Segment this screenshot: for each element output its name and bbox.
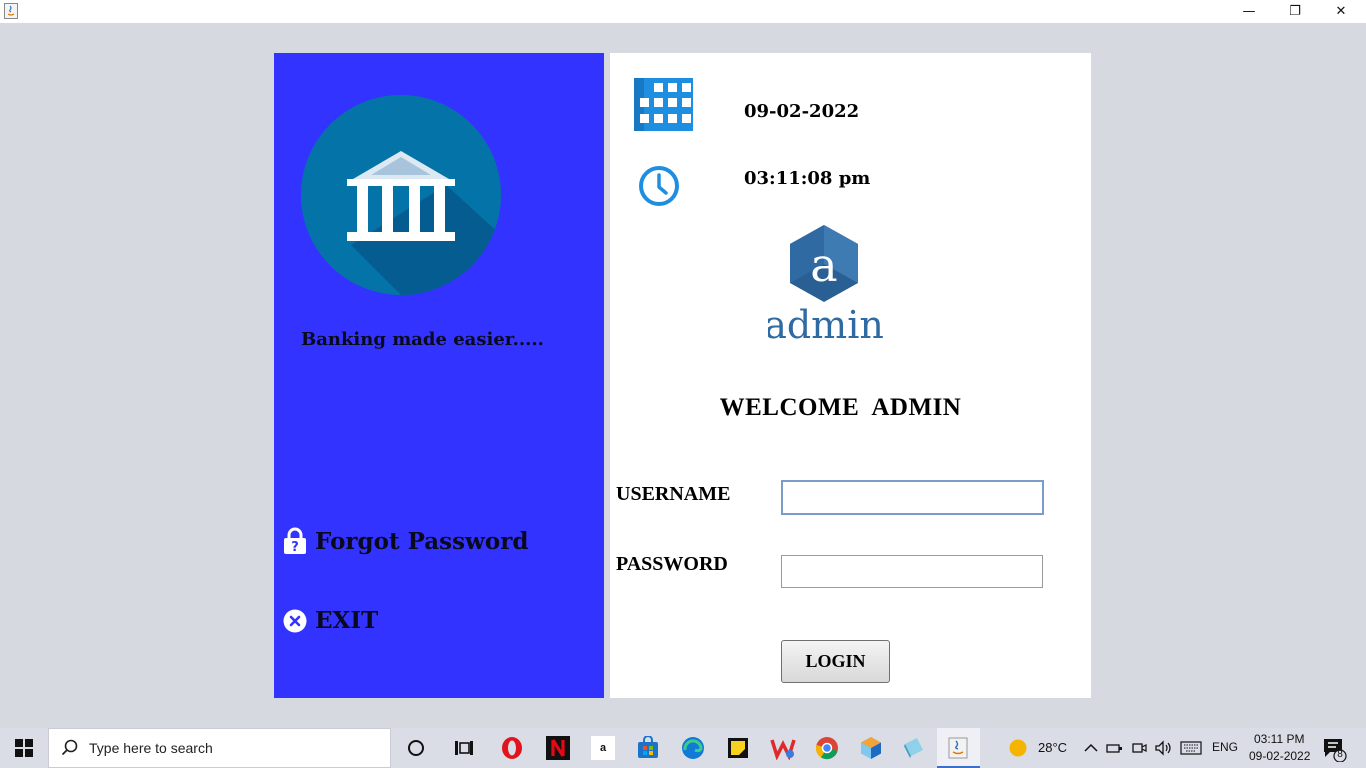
taskbar-clock-time[interactable]: 03:11 PM <box>1254 732 1304 746</box>
weather-sun-icon[interactable] <box>1008 738 1028 758</box>
admin-logo-word: admin <box>768 303 884 347</box>
netbeans-icon[interactable] <box>857 734 885 762</box>
weather-temperature[interactable]: 28°C <box>1038 740 1067 755</box>
taskbar-clock-date[interactable]: 09-02-2022 <box>1249 749 1310 763</box>
netflix-icon[interactable] <box>544 734 572 762</box>
wps-icon[interactable] <box>769 734 797 762</box>
network-icon[interactable] <box>1106 741 1124 755</box>
edge-icon[interactable] <box>679 734 707 762</box>
java-icon <box>948 737 968 759</box>
volume-icon[interactable] <box>1154 740 1172 756</box>
clock-icon <box>639 166 679 206</box>
notification-icon <box>1324 739 1347 763</box>
windows-logo-icon <box>15 739 33 757</box>
keyboard-icon[interactable] <box>1180 741 1202 755</box>
minimize-button[interactable]: — <box>1226 0 1272 22</box>
svg-text:?: ? <box>291 540 299 555</box>
forgot-password-label: Forgot Password <box>315 527 529 555</box>
notepad-icon[interactable] <box>900 734 928 762</box>
admin-logo-letter: a <box>810 238 837 292</box>
tagline: Banking made easier..... <box>301 329 544 350</box>
task-view-icon[interactable] <box>450 734 478 762</box>
admin-logo: a admin <box>764 223 884 348</box>
window-titlebar: — ❐ ✕ <box>0 0 1366 23</box>
login-button[interactable]: LOGIN <box>781 640 890 683</box>
svg-text:a: a <box>600 742 607 754</box>
chevron-up-icon[interactable] <box>1084 743 1098 753</box>
bank-icon <box>301 95 501 295</box>
opera-icon[interactable] <box>498 734 526 762</box>
exit-label: EXIT <box>315 607 379 634</box>
lock-question-icon: ? <box>284 527 306 555</box>
welcome-heading: WELCOME ADMIN <box>719 394 962 421</box>
current-date: 09-02-2022 <box>744 101 860 122</box>
login-panel: 09-02-2022 03:11:08 pm a admin WELCOME A… <box>610 53 1091 698</box>
username-label: USERNAME <box>616 483 731 505</box>
amazon-icon[interactable]: a <box>589 734 617 762</box>
password-input[interactable] <box>781 555 1043 588</box>
search-icon <box>61 739 78 756</box>
exit-button[interactable]: EXIT <box>283 607 378 634</box>
search-input[interactable] <box>89 740 369 756</box>
sidebar-panel: Banking made easier..... ? Forgot Passwo… <box>274 53 604 698</box>
close-circle-icon <box>283 609 307 632</box>
sticky-notes-icon[interactable] <box>724 734 752 762</box>
notification-count: 8 <box>1337 749 1343 760</box>
current-time: 03:11:08 pm <box>744 168 871 189</box>
language-indicator[interactable]: ENG <box>1212 740 1238 754</box>
meet-now-icon[interactable] <box>1131 740 1147 756</box>
chrome-icon[interactable] <box>813 734 841 762</box>
username-input[interactable] <box>781 480 1044 515</box>
restore-button[interactable]: ❐ <box>1272 0 1318 22</box>
admin-hexagon-icon: a admin <box>764 225 884 347</box>
password-label: PASSWORD <box>616 553 728 575</box>
close-button[interactable]: ✕ <box>1318 0 1364 22</box>
java-app-icon <box>4 3 18 19</box>
calendar-icon <box>634 78 693 131</box>
cortana-icon[interactable] <box>402 734 430 762</box>
start-button[interactable] <box>0 728 48 768</box>
java-app-taskbar-button[interactable] <box>937 728 980 768</box>
forgot-password-link[interactable]: ? Forgot Password <box>283 527 528 555</box>
taskbar: a 28°C ENG <box>0 728 1366 768</box>
notifications-button[interactable]: 8 <box>1320 736 1350 763</box>
microsoft-store-icon[interactable] <box>634 734 662 762</box>
taskbar-search[interactable] <box>48 728 391 768</box>
